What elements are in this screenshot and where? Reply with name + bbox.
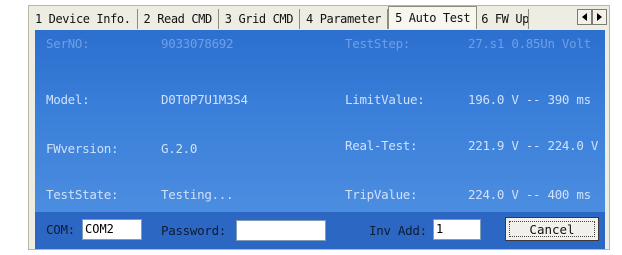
serno-label: SerNO:	[46, 36, 90, 51]
password-label: Password:	[161, 223, 227, 238]
invadd-label: Inv Add:	[369, 223, 427, 238]
tripvalue-label: TripValue:	[345, 187, 418, 202]
tab-parameter[interactable]: 4 Parameter	[300, 9, 389, 29]
connection-bar: COM: COM2 Password: Inv Add: 1 Cancel	[35, 212, 605, 249]
tab-scroll-buttons	[577, 9, 607, 25]
auto-test-window: 1 Device Info. 2 Read CMD 3 Grid CMD 4 P…	[28, 5, 610, 250]
com-input[interactable]: COM2	[82, 219, 142, 240]
tab-bar: 1 Device Info. 2 Read CMD 3 Grid CMD 4 P…	[29, 6, 609, 29]
teststep-value: 27.s1 0.85Un Volt	[468, 36, 591, 51]
focus-outline	[509, 221, 595, 237]
teststate-label: TestState:	[46, 187, 119, 202]
tripvalue-value: 224.0 V -- 400 ms	[468, 187, 591, 202]
fwversion-label: FWversion:	[46, 141, 119, 156]
model-label: Model:	[46, 92, 90, 107]
model-value: D0T0P7U1M3S4	[161, 92, 248, 107]
arrow-left-icon[interactable]	[577, 9, 592, 25]
tab-device-info[interactable]: 1 Device Info.	[29, 9, 138, 29]
tab-read-cmd[interactable]: 2 Read CMD	[138, 9, 219, 29]
realtest-label: Real-Test:	[345, 138, 418, 153]
cancel-button[interactable]: Cancel	[505, 217, 599, 241]
password-input[interactable]	[236, 220, 326, 241]
limitvalue-value: 196.0 V -- 390 ms	[468, 92, 591, 107]
fwversion-value: G.2.0	[161, 141, 198, 156]
tab-grid-cmd[interactable]: 3 Grid CMD	[219, 9, 301, 29]
serno-value: 9033078692	[161, 36, 234, 51]
arrow-right-icon[interactable]	[592, 9, 607, 25]
realtest-value: 221.9 V -- 224.0 V	[468, 138, 599, 153]
limitvalue-label: LimitValue:	[345, 92, 425, 107]
com-label: COM:	[46, 222, 75, 237]
inv-address-input[interactable]: 1	[433, 219, 481, 240]
tab-auto-test[interactable]: 5 Auto Test	[388, 6, 478, 29]
test-info-panel: SerNO: 9033078692 TestStep: 27.s1 0.85Un…	[35, 30, 605, 212]
teststate-value: Testing...	[161, 187, 234, 202]
teststep-label: TestStep:	[345, 36, 411, 51]
tab-fw-update[interactable]: 6 FW Upd	[477, 9, 530, 29]
